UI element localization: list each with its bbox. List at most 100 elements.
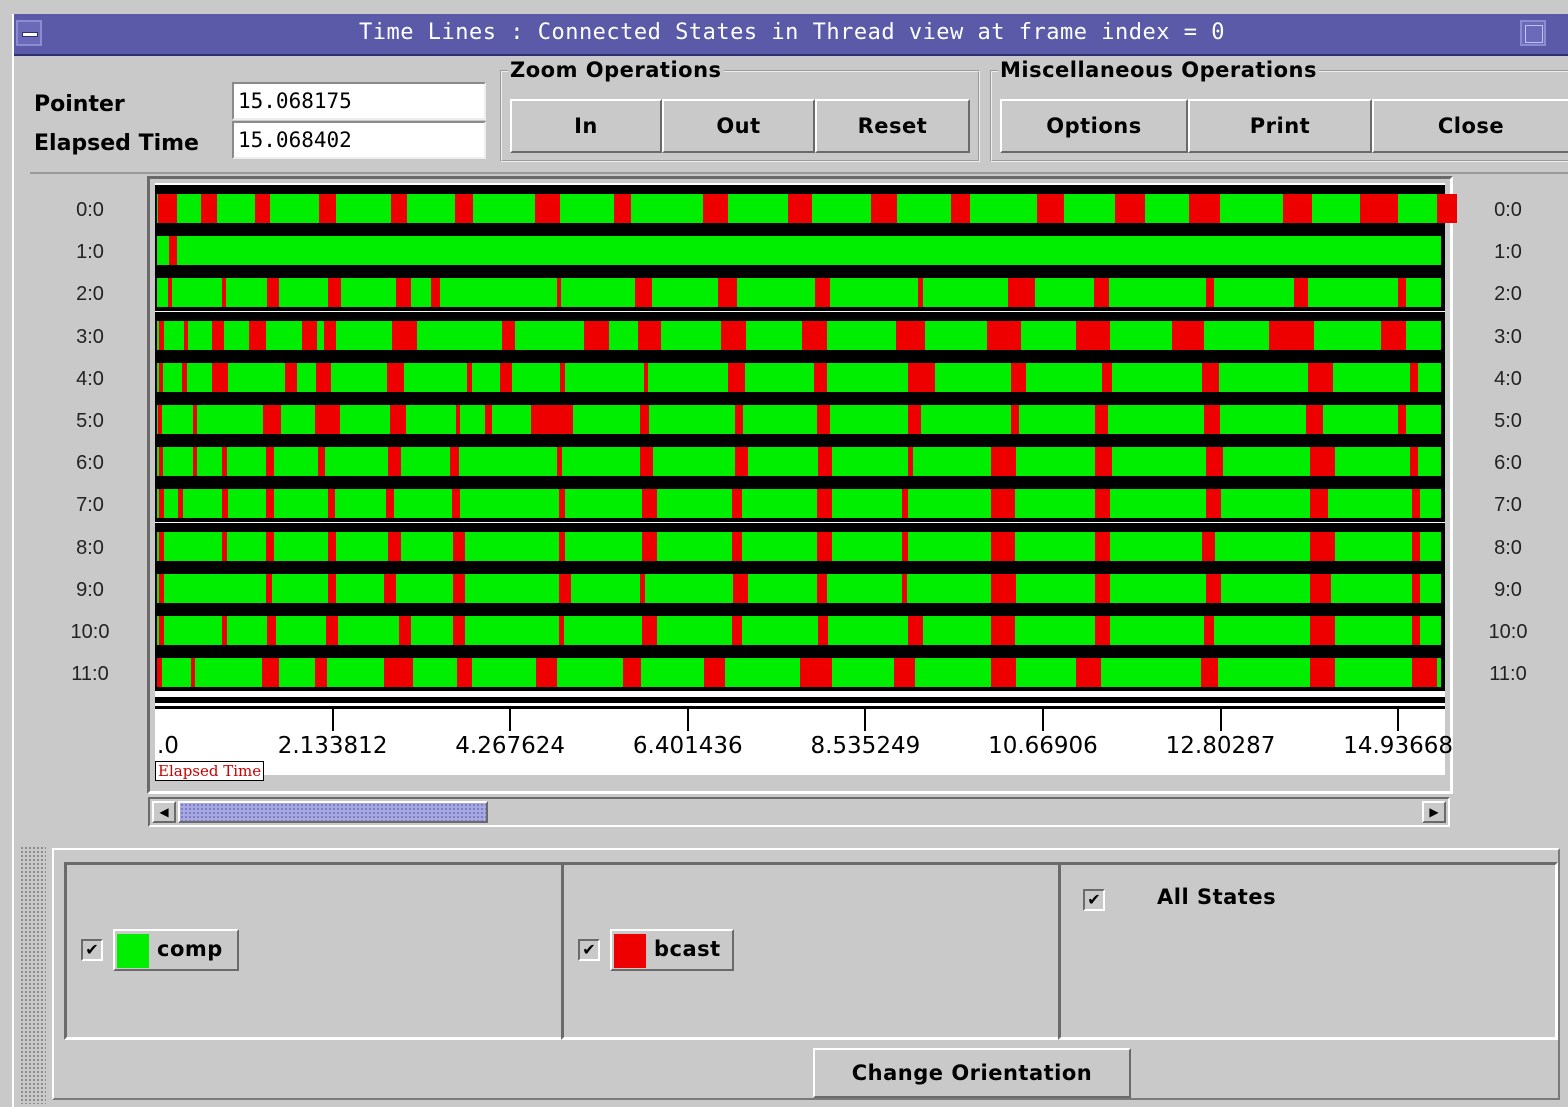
- bcast-segment[interactable]: [1037, 194, 1064, 223]
- bcast-segment[interactable]: [1268, 320, 1315, 350]
- bcast-segment[interactable]: [731, 489, 742, 519]
- thread-track[interactable]: [155, 227, 1445, 270]
- comp-segment[interactable]: [157, 278, 1441, 308]
- bcast-segment[interactable]: [735, 447, 748, 477]
- bcast-segment[interactable]: [535, 194, 561, 223]
- bcast-segment[interactable]: [222, 447, 227, 477]
- bcast-segment[interactable]: [1306, 405, 1323, 434]
- bcast-segment[interactable]: [704, 658, 726, 688]
- bcast-segment[interactable]: [314, 658, 328, 688]
- bcast-segment[interactable]: [894, 658, 915, 688]
- bcast-segment[interactable]: [318, 447, 325, 477]
- comp-segment[interactable]: [157, 320, 1441, 350]
- bcast-segment[interactable]: [431, 278, 440, 308]
- bcast-segment[interactable]: [816, 405, 830, 434]
- bcast-segment[interactable]: [818, 447, 832, 477]
- bcast-segment[interactable]: [1095, 531, 1111, 561]
- scroll-right-icon[interactable]: ▶: [1422, 801, 1446, 823]
- bcast-segment[interactable]: [328, 531, 337, 561]
- bcast-segment[interactable]: [951, 194, 970, 223]
- bcast-segment[interactable]: [318, 194, 336, 223]
- title-bar[interactable]: Time Lines : Connected States in Thread …: [14, 14, 1568, 56]
- bcast-segment[interactable]: [558, 531, 566, 561]
- bcast-segment[interactable]: [718, 278, 737, 308]
- bcast-segment[interactable]: [467, 362, 473, 392]
- bcast-segment[interactable]: [1310, 489, 1329, 519]
- bcast-segment[interactable]: [452, 531, 466, 561]
- bcast-segment[interactable]: [1411, 573, 1421, 603]
- options-button[interactable]: Options: [1000, 99, 1188, 153]
- bcast-segment[interactable]: [816, 489, 832, 519]
- bcast-segment[interactable]: [450, 447, 459, 477]
- bcast-segment[interactable]: [254, 194, 270, 223]
- bcast-segment[interactable]: [284, 362, 298, 392]
- bcast-segment[interactable]: [385, 489, 394, 519]
- bcast-segment[interactable]: [159, 616, 165, 645]
- bcast-segment[interactable]: [987, 320, 1021, 350]
- bcast-segment[interactable]: [614, 194, 632, 223]
- bcast-segment[interactable]: [325, 616, 339, 645]
- thread-track[interactable]: [155, 522, 1445, 565]
- bcast-segment[interactable]: [249, 320, 266, 350]
- bcast-segment[interactable]: [383, 658, 413, 688]
- comp-segment[interactable]: [157, 362, 1441, 392]
- zoom-out-button[interactable]: Out: [662, 99, 815, 153]
- bcast-segment[interactable]: [1172, 320, 1204, 350]
- bcast-segment[interactable]: [159, 573, 165, 603]
- bcast-segment[interactable]: [1076, 320, 1110, 350]
- bcast-segment[interactable]: [908, 362, 935, 392]
- bcast-segment[interactable]: [1206, 489, 1222, 519]
- bcast-segment[interactable]: [265, 531, 274, 561]
- bcast-segment[interactable]: [640, 447, 653, 477]
- bcast-segment[interactable]: [1095, 573, 1111, 603]
- bcast-segment[interactable]: [265, 573, 273, 603]
- bcast-segment[interactable]: [560, 362, 566, 392]
- bcast-segment[interactable]: [1360, 194, 1398, 223]
- bcast-segment[interactable]: [901, 531, 909, 561]
- bcast-segment[interactable]: [870, 194, 898, 223]
- bcast-segment[interactable]: [640, 405, 649, 434]
- bcast-segment[interactable]: [158, 194, 177, 223]
- print-button[interactable]: Print: [1188, 99, 1372, 153]
- bcast-segment[interactable]: [388, 531, 401, 561]
- bcast-segment[interactable]: [1203, 616, 1214, 645]
- bcast-segment[interactable]: [1206, 278, 1215, 308]
- zoom-in-button[interactable]: In: [510, 99, 662, 153]
- bcast-segment[interactable]: [728, 362, 746, 392]
- bcast-segment[interactable]: [262, 658, 279, 688]
- bcast-segment[interactable]: [1411, 489, 1421, 519]
- bcast-segment[interactable]: [328, 278, 341, 308]
- comp-segment[interactable]: [157, 447, 1441, 477]
- bcast-segment[interactable]: [1206, 573, 1222, 603]
- bcast-segment[interactable]: [265, 447, 274, 477]
- bcast-segment[interactable]: [263, 405, 282, 434]
- bcast-segment[interactable]: [158, 405, 163, 434]
- bcast-segment[interactable]: [800, 658, 832, 688]
- pointer-field[interactable]: 15.068175: [232, 82, 486, 120]
- bcast-segment[interactable]: [221, 531, 227, 561]
- thread-track[interactable]: [155, 438, 1445, 481]
- bcast-segment[interactable]: [452, 616, 466, 645]
- bcast-segment[interactable]: [159, 362, 164, 392]
- bcast-segment[interactable]: [1310, 531, 1336, 561]
- bcast-segment[interactable]: [1310, 573, 1331, 603]
- bcast-segment[interactable]: [1095, 447, 1113, 477]
- thread-track[interactable]: [155, 396, 1445, 438]
- bcast-segment[interactable]: [814, 278, 830, 308]
- bcast-segment[interactable]: [502, 320, 515, 350]
- bcast-segment[interactable]: [583, 320, 609, 350]
- bcast-segment[interactable]: [1411, 531, 1421, 561]
- bcast-segment[interactable]: [1411, 616, 1421, 645]
- bcast-segment[interactable]: [1436, 194, 1458, 223]
- bcast-segment[interactable]: [221, 616, 227, 645]
- elapsed-time-field[interactable]: 15.068402: [232, 121, 486, 159]
- bcast-segment[interactable]: [895, 320, 925, 350]
- bcast-segment[interactable]: [457, 658, 473, 688]
- bcast-segment[interactable]: [1115, 194, 1145, 223]
- bcast-segment[interactable]: [643, 362, 648, 392]
- bcast-segment[interactable]: [816, 531, 832, 561]
- bcast-segment[interactable]: [641, 616, 657, 645]
- bcast-segment[interactable]: [452, 573, 466, 603]
- zoom-reset-button[interactable]: Reset: [815, 99, 970, 153]
- bcast-segment[interactable]: [531, 405, 573, 434]
